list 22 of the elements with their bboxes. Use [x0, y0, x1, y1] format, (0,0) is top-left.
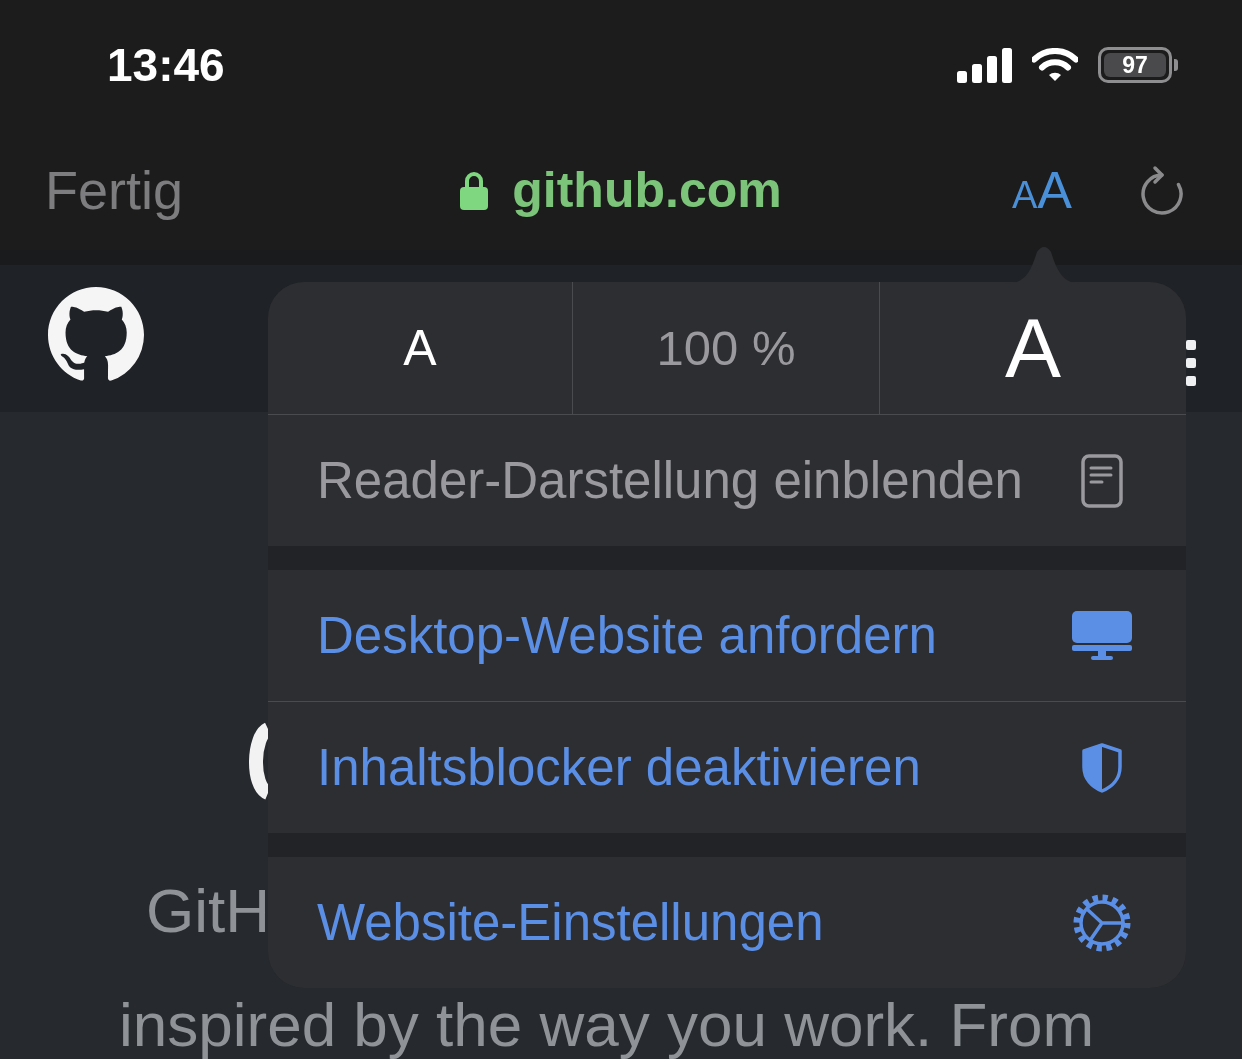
- address-button[interactable]: github.com: [460, 161, 782, 219]
- menu-item[interactable]: Inhaltsblocker deaktivieren: [268, 701, 1186, 833]
- zoom-level-button[interactable]: 100 %: [572, 282, 879, 414]
- gear-icon: [1073, 893, 1131, 952]
- more-menu-icon[interactable]: [1186, 340, 1196, 386]
- increase-text-size-button[interactable]: A: [879, 282, 1186, 414]
- menu-item[interactable]: Website-Einstellungen: [268, 857, 1186, 988]
- menu-item[interactable]: Desktop-Website anfordern: [268, 570, 1186, 701]
- shield-icon: [1081, 742, 1123, 793]
- intro-text: GitH: [146, 880, 270, 942]
- battery-indicator: 97: [1098, 47, 1178, 83]
- lock-icon: [460, 170, 489, 210]
- decrease-text-size-button[interactable]: A: [268, 282, 572, 414]
- monitor-icon: [1072, 610, 1132, 661]
- text-settings-button[interactable]: AA: [1011, 160, 1072, 220]
- done-button[interactable]: Fertig: [45, 159, 184, 221]
- github-logo-icon[interactable]: [48, 287, 144, 383]
- wifi-icon: [1032, 48, 1078, 82]
- reload-icon[interactable]: [1138, 165, 1186, 215]
- clock-time: 13:46: [107, 38, 225, 92]
- signal-bars-icon: [957, 47, 1012, 83]
- document-icon: [1081, 453, 1123, 508]
